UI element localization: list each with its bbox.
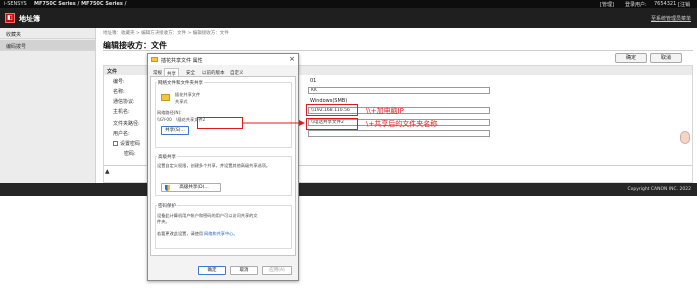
share-state: 共享式	[175, 99, 188, 104]
field-label-protocol: 通信协议:	[113, 99, 135, 105]
app-title: 地址簿	[19, 15, 40, 23]
title-divider	[103, 50, 693, 51]
password-protection-group	[155, 205, 292, 249]
folder-properties-dialog: 插花共享文件 属性 × 常规 共享 安全 以前的版本 自定义 网络文件和文件夹共…	[147, 53, 299, 281]
login-id: 7654321	[654, 1, 677, 7]
mode-label: [管理]	[600, 2, 614, 8]
dialog-ok-button[interactable]: 确定	[198, 266, 226, 275]
field-value-number: 01	[310, 78, 317, 84]
close-icon[interactable]: ×	[289, 55, 295, 63]
network-sharing-title: 网络文件和文件夹共享	[157, 80, 204, 86]
sidebar: 收藏夹 编码拨号	[0, 28, 96, 183]
username-input[interactable]	[308, 130, 490, 137]
brand-label: i-SENSYS	[4, 1, 27, 7]
collapse-icon[interactable]: ▲	[105, 168, 110, 175]
advanced-sharing-text: 设置自定义权限，创建多个共享，并设置其他高级共享选项。	[157, 163, 271, 168]
password-protection-title: 密码保护	[157, 203, 177, 209]
top-status-bar: i-SENSYS MF750C Series / MF750C Series /…	[0, 0, 697, 8]
app-header: ◧ 地址簿 至系统管理员菜单	[0, 8, 697, 28]
password-protection-text-1: 设备此计算机用户帐户和密码的用户可以访问共享的文	[157, 213, 258, 218]
field-label-name: 名称:	[113, 89, 125, 95]
copyright-text: Copyright CANON INC. 2022	[627, 187, 692, 192]
network-sharing-center-link[interactable]: 网络和共享中心。	[204, 231, 238, 237]
field-label-username: 用户名:	[113, 131, 130, 137]
set-password-checkbox[interactable]	[113, 141, 118, 146]
folder-icon	[151, 57, 158, 62]
cancel-button[interactable]: 取消	[650, 53, 682, 63]
host-name-annotation: \\+加电脑IP	[366, 107, 404, 115]
share-button[interactable]: 共享(S)...	[161, 126, 189, 135]
advanced-sharing-button-label: 高级共享(D)...	[179, 185, 209, 190]
sidebar-item-favorites[interactable]: 收藏夹	[0, 28, 95, 39]
field-label-set-password: 设置密码	[120, 141, 141, 147]
name-input[interactable]: KK	[308, 87, 490, 94]
field-label-folder-path: 文件夹路径:	[113, 121, 140, 127]
dialog-title: 插花共享文件 属性	[148, 54, 298, 65]
share-name: 插花共享文件	[175, 92, 201, 97]
network-path-label: 网络路径(N):	[157, 110, 182, 115]
folder-path-annotation: \+共享后的文件夹名称	[366, 120, 438, 128]
field-label-password: 密码:	[124, 151, 136, 157]
model-label: MF750C Series / MF750C Series /	[34, 1, 127, 7]
logout-link[interactable]: [注销	[678, 1, 690, 8]
network-path-value: \\GY-00	[157, 117, 172, 122]
password-protection-text-3: 若要更改此设置，请使用	[157, 231, 204, 236]
assistant-avatar[interactable]	[680, 131, 690, 144]
network-path-highlight	[197, 117, 243, 129]
login-label: 登录用户:	[625, 2, 647, 8]
uac-shield-icon	[165, 185, 170, 191]
sharing-tab-panel: 网络文件和文件夹共享 插花共享文件 共享式 网络路径(N): \\GY-00 \…	[150, 76, 296, 256]
folder-path-highlight	[306, 118, 358, 130]
dialog-cancel-button[interactable]: 取消	[230, 266, 258, 275]
advanced-sharing-title: 高级共享	[157, 154, 177, 160]
footer: Copyright CANON INC. 2022	[0, 183, 697, 196]
sidebar-item-coded-dial[interactable]: 编码拨号	[0, 40, 95, 51]
address-book-icon: ◧	[5, 13, 15, 23]
shared-folder-icon	[161, 94, 170, 101]
field-label-number: 编号:	[113, 79, 125, 85]
dialog-apply-button[interactable]: 应用(A)	[262, 266, 292, 275]
admin-menu-link[interactable]: 至系统管理员菜单	[651, 15, 691, 22]
field-label-host: 主机名:	[113, 109, 130, 115]
ok-button[interactable]: 确定	[615, 53, 647, 63]
host-name-highlight	[306, 104, 358, 116]
breadcrumb: 地址簿：收藏夹 > 编辑方决接收方：文件 > 编辑接收方：文件	[103, 31, 229, 36]
advanced-sharing-button[interactable]: 高级共享(D)...	[161, 183, 221, 192]
password-protection-text-2: 件夹。	[157, 219, 170, 224]
